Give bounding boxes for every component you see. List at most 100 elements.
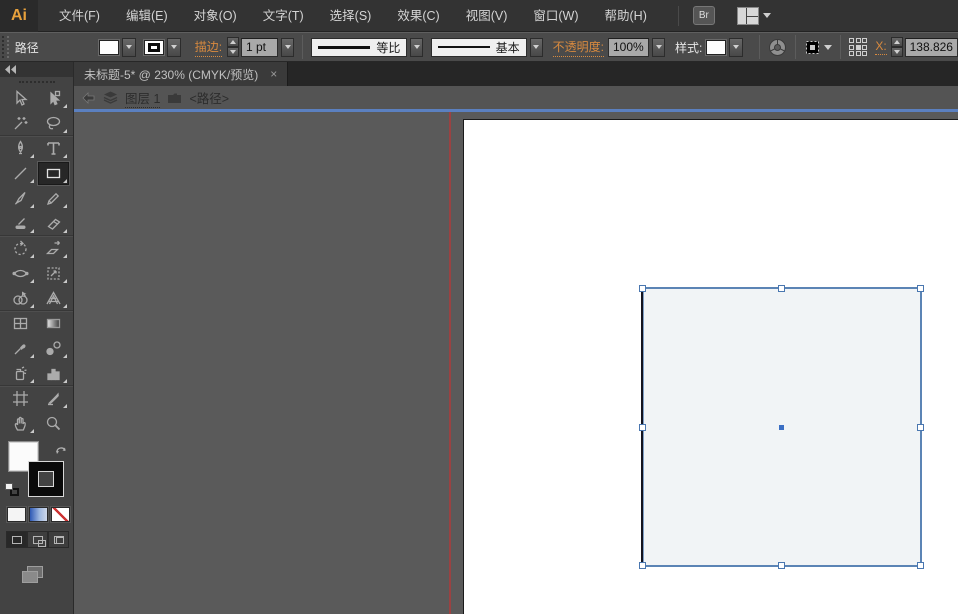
style-swatch[interactable] [706, 40, 726, 55]
canvas[interactable] [74, 112, 958, 614]
back-arrow-icon[interactable] [82, 92, 96, 104]
reference-point-center[interactable] [856, 45, 861, 50]
stroke-color-combo[interactable] [144, 38, 181, 57]
mesh-tool[interactable] [5, 312, 36, 335]
menu-object[interactable]: 对象(O) [181, 0, 250, 32]
menu-view[interactable]: 视图(V) [453, 0, 521, 32]
selection-tool[interactable] [5, 87, 36, 110]
menu-window[interactable]: 窗口(W) [520, 0, 591, 32]
transform-x-link[interactable]: X: [875, 39, 886, 55]
width-tool[interactable] [5, 262, 36, 285]
bridge-button[interactable]: Br [693, 6, 715, 25]
selected-rectangle[interactable] [641, 287, 922, 567]
stroke-weight-dropdown[interactable] [281, 38, 294, 57]
opacity-panel-link[interactable]: 不透明度: [553, 38, 604, 57]
gradient-tool[interactable] [38, 312, 69, 335]
draw-normal-button[interactable] [6, 531, 27, 548]
profile-dropdown-button[interactable] [410, 38, 423, 57]
panel-grip[interactable] [2, 36, 9, 58]
color-button[interactable] [7, 507, 26, 522]
menu-edit[interactable]: 编辑(E) [113, 0, 181, 32]
default-fill-stroke-button[interactable] [5, 483, 19, 496]
line-segment-tool[interactable] [5, 162, 36, 185]
style-combo[interactable] [706, 38, 743, 57]
direct-selection-tool[interactable] [38, 87, 69, 110]
scale-tool[interactable] [38, 237, 69, 260]
tools-panel-header[interactable] [0, 62, 73, 77]
stroke-weight-input[interactable]: 1 pt [241, 38, 278, 57]
menu-type[interactable]: 文字(T) [250, 0, 317, 32]
draw-inside-button[interactable] [48, 531, 69, 548]
stroke-panel-link[interactable]: 描边: [195, 38, 222, 57]
stepper-up[interactable] [227, 37, 239, 47]
document-tab[interactable]: 未标题-5* @ 230% (CMYK/预览) × [74, 62, 288, 86]
handle-bottom-right[interactable] [917, 562, 924, 569]
magic-wand-tool[interactable] [5, 112, 36, 135]
breadcrumb-object[interactable]: <路径> [189, 88, 229, 107]
handle-middle-right[interactable] [917, 424, 924, 431]
artboard-tool[interactable] [5, 387, 36, 410]
menu-help[interactable]: 帮助(H) [592, 0, 660, 32]
opacity-dropdown-button[interactable] [652, 38, 665, 57]
paintbrush-tool[interactable] [5, 187, 36, 210]
stroke-swatch[interactable] [144, 40, 164, 55]
stepper-down[interactable] [227, 47, 239, 57]
recolor-artwork-button[interactable] [768, 38, 787, 57]
stroke-profile-dropdown[interactable]: 等比 [311, 38, 407, 57]
object-center-point[interactable] [779, 425, 784, 430]
workspace-switcher[interactable] [737, 7, 771, 25]
opacity-input[interactable]: 100% [608, 38, 649, 57]
pencil-tool[interactable] [38, 187, 69, 210]
zoom-tool[interactable] [38, 412, 69, 435]
shape-builder-tool[interactable] [5, 287, 36, 310]
menu-select[interactable]: 选择(S) [317, 0, 385, 32]
gradient-button[interactable] [29, 507, 48, 522]
stepper-down[interactable] [891, 47, 903, 57]
lasso-tool[interactable] [38, 112, 69, 135]
handle-top-center[interactable] [778, 285, 785, 292]
slice-tool[interactable] [38, 387, 69, 410]
rotate-tool[interactable] [5, 237, 36, 260]
stroke-weight-stepper[interactable] [227, 37, 239, 57]
none-button[interactable] [51, 507, 70, 522]
x-value-stepper[interactable] [891, 37, 903, 57]
handle-middle-left[interactable] [639, 424, 646, 431]
breadcrumb-layer[interactable]: 图层 1 [125, 88, 160, 108]
stroke-color-indicator[interactable] [29, 462, 63, 496]
menu-file[interactable]: 文件(F) [46, 0, 113, 32]
fill-color-combo[interactable] [99, 38, 136, 57]
blend-tool[interactable] [38, 337, 69, 360]
perspective-grid-tool[interactable] [38, 287, 69, 310]
align-options-button[interactable] [804, 39, 832, 56]
screen-mode-button[interactable] [20, 560, 50, 584]
type-tool[interactable] [38, 137, 69, 160]
handle-bottom-left[interactable] [639, 562, 646, 569]
handle-top-left[interactable] [639, 285, 646, 292]
x-value-input[interactable]: 138.826 [905, 38, 958, 57]
eyedropper-tool[interactable] [5, 337, 36, 360]
fill-swatch[interactable] [99, 40, 119, 55]
reference-point-selector[interactable] [849, 38, 867, 56]
symbol-sprayer-tool[interactable] [5, 362, 36, 385]
fill-dropdown-button[interactable] [122, 38, 136, 57]
tab-close-button[interactable]: × [270, 67, 277, 81]
swap-fill-stroke-button[interactable] [55, 442, 68, 460]
blob-brush-tool[interactable] [5, 212, 36, 235]
hand-tool[interactable] [5, 412, 36, 435]
stepper-up[interactable] [891, 37, 903, 47]
free-transform-tool[interactable] [38, 262, 69, 285]
style-dropdown-button[interactable] [729, 38, 743, 57]
draw-behind-button[interactable] [27, 531, 48, 548]
menu-effect[interactable]: 效果(C) [384, 0, 452, 32]
eraser-tool[interactable] [38, 212, 69, 235]
column-graph-tool[interactable] [38, 362, 69, 385]
pen-tool[interactable] [5, 137, 36, 160]
tools-panel-grip[interactable] [0, 77, 73, 86]
rectangle-tool[interactable] [38, 162, 69, 185]
red-guide-line[interactable] [449, 112, 451, 614]
brush-dropdown-button[interactable] [530, 38, 543, 57]
stroke-dropdown-button[interactable] [167, 38, 181, 57]
handle-top-right[interactable] [917, 285, 924, 292]
brush-definition-dropdown[interactable]: 基本 [431, 38, 527, 57]
handle-bottom-center[interactable] [778, 562, 785, 569]
